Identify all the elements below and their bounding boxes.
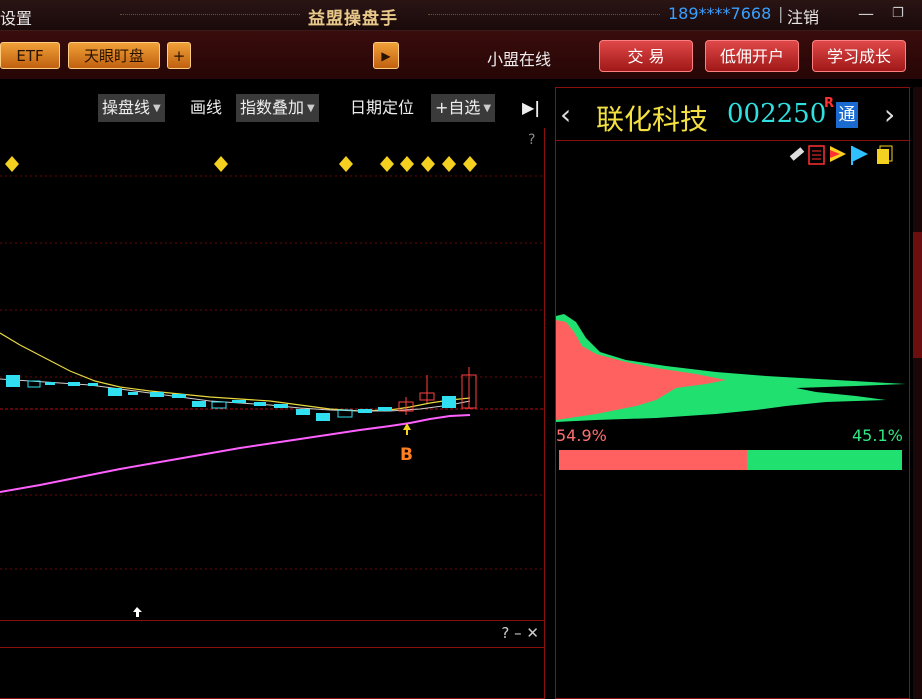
chart-help-icon[interactable]: ? <box>528 132 535 148</box>
right-scrollbar[interactable] <box>913 87 922 699</box>
book-icon[interactable] <box>877 145 893 164</box>
profit-bar <box>559 450 747 470</box>
buy-marker: B <box>400 445 413 465</box>
panel-divider <box>555 140 910 141</box>
caopan-label: 操盘线 <box>102 98 151 117</box>
online-service-link[interactable]: 小盟在线 <box>487 46 551 70</box>
chevron-down-icon: ▼ <box>483 102 492 114</box>
play-button[interactable]: ▶ <box>373 42 399 69</box>
logout-link[interactable]: 注销 <box>787 4 819 28</box>
learn-button[interactable]: 学习成长 <box>812 40 906 72</box>
candle <box>378 407 392 411</box>
candle <box>232 400 246 403</box>
loss-ratio: 45.1% <box>852 426 903 445</box>
caopan-dropdown[interactable]: 操盘线 ▼ <box>98 94 165 122</box>
candle <box>6 375 20 387</box>
candle <box>68 382 80 386</box>
candle <box>254 402 266 406</box>
add-button[interactable]: + <box>167 42 191 69</box>
cursor-arrow-icon <box>133 607 142 617</box>
prev-stock-icon[interactable]: ‹ <box>560 98 571 131</box>
add-watchlist-label: +自选 <box>435 98 481 117</box>
play-flag-icon[interactable] <box>851 146 868 165</box>
indicator-window-controls[interactable]: ? – ✕ <box>501 624 539 642</box>
candle <box>211 401 227 409</box>
tianyan-button[interactable]: 天眼盯盘 <box>68 42 160 69</box>
etf-button[interactable]: ETF <box>0 42 60 69</box>
candle <box>442 396 456 408</box>
title-separator: | <box>778 4 784 23</box>
profit-ratio: 54.9% <box>556 426 607 445</box>
app-title: 益盟操盘手 <box>308 9 398 29</box>
next-stock-icon[interactable]: › <box>884 98 895 131</box>
settings-menu[interactable]: 设置 <box>0 5 32 29</box>
signal-diamond <box>380 156 394 172</box>
stock-code: 002250 <box>727 99 827 129</box>
stock-name: 联化科技 <box>596 103 709 136</box>
ratio-bar <box>559 450 902 470</box>
add-watchlist-dropdown[interactable]: +自选 ▼ <box>431 94 496 122</box>
loss-bar <box>747 450 902 470</box>
main-toolbar: ETF 天眼盯盘 + ▶ 小盟在线 交 易 低佣开户 学习成长 <box>0 31 922 79</box>
restore-button[interactable]: ❐ <box>892 6 904 21</box>
moving-average-line <box>0 332 471 412</box>
candle <box>358 409 372 413</box>
chevron-down-icon: ▼ <box>153 102 161 114</box>
signal-diamond <box>400 156 414 172</box>
kline-chart: B <box>0 156 545 617</box>
scrollbar-thumb[interactable] <box>913 232 922 358</box>
title-decoration-right <box>428 14 660 17</box>
candle <box>274 404 288 408</box>
title-decoration-left <box>120 14 300 17</box>
chart-toolbar: 操盘线 ▼ 画线 指数叠加 ▼ 日期定位 +自选 ▼ ▶| <box>0 80 545 128</box>
signal-diamond <box>339 156 353 172</box>
signal-diamond <box>463 156 477 172</box>
collapse-icon[interactable]: ▶| <box>518 94 544 122</box>
candle <box>128 392 138 395</box>
signal-diamond <box>421 156 435 172</box>
r-mark-badge: R <box>824 96 835 111</box>
signal-markers <box>5 156 477 172</box>
signal-diamond <box>214 156 228 172</box>
user-phone[interactable]: 189****7668 <box>668 4 771 23</box>
candle <box>45 382 55 385</box>
signal-diamond <box>5 156 19 172</box>
title-bar: 设置 益盟操盘手 189****7668 | 注销 — ❐ <box>0 0 922 31</box>
trade-button[interactable]: 交 易 <box>599 40 693 72</box>
candle <box>150 392 164 397</box>
date-locate-button[interactable]: 日期定位 <box>346 94 418 122</box>
list-icon[interactable] <box>808 145 825 165</box>
candle <box>192 401 206 407</box>
index-overlay-dropdown[interactable]: 指数叠加 ▼ <box>236 94 319 122</box>
chevron-down-icon: ▼ <box>307 102 315 114</box>
draw-line-button[interactable]: 画线 <box>186 94 226 122</box>
candle <box>172 394 186 398</box>
candle <box>296 409 310 415</box>
tong-badge[interactable]: 通 <box>836 102 858 128</box>
candlesticks <box>6 367 477 421</box>
chip-distribution-chart <box>556 314 906 422</box>
candle <box>316 413 330 421</box>
signal-diamond <box>442 156 456 172</box>
index-overlay-label: 指数叠加 <box>240 98 305 117</box>
tool-icons <box>789 145 893 165</box>
candle <box>108 388 122 396</box>
minimize-button[interactable]: — <box>858 4 874 23</box>
flag-icon[interactable] <box>830 146 846 162</box>
open-account-button[interactable]: 低佣开户 <box>705 40 799 72</box>
pencil-icon[interactable] <box>789 147 805 161</box>
indicator-header: ? – ✕ <box>0 620 545 648</box>
candle <box>88 383 98 386</box>
